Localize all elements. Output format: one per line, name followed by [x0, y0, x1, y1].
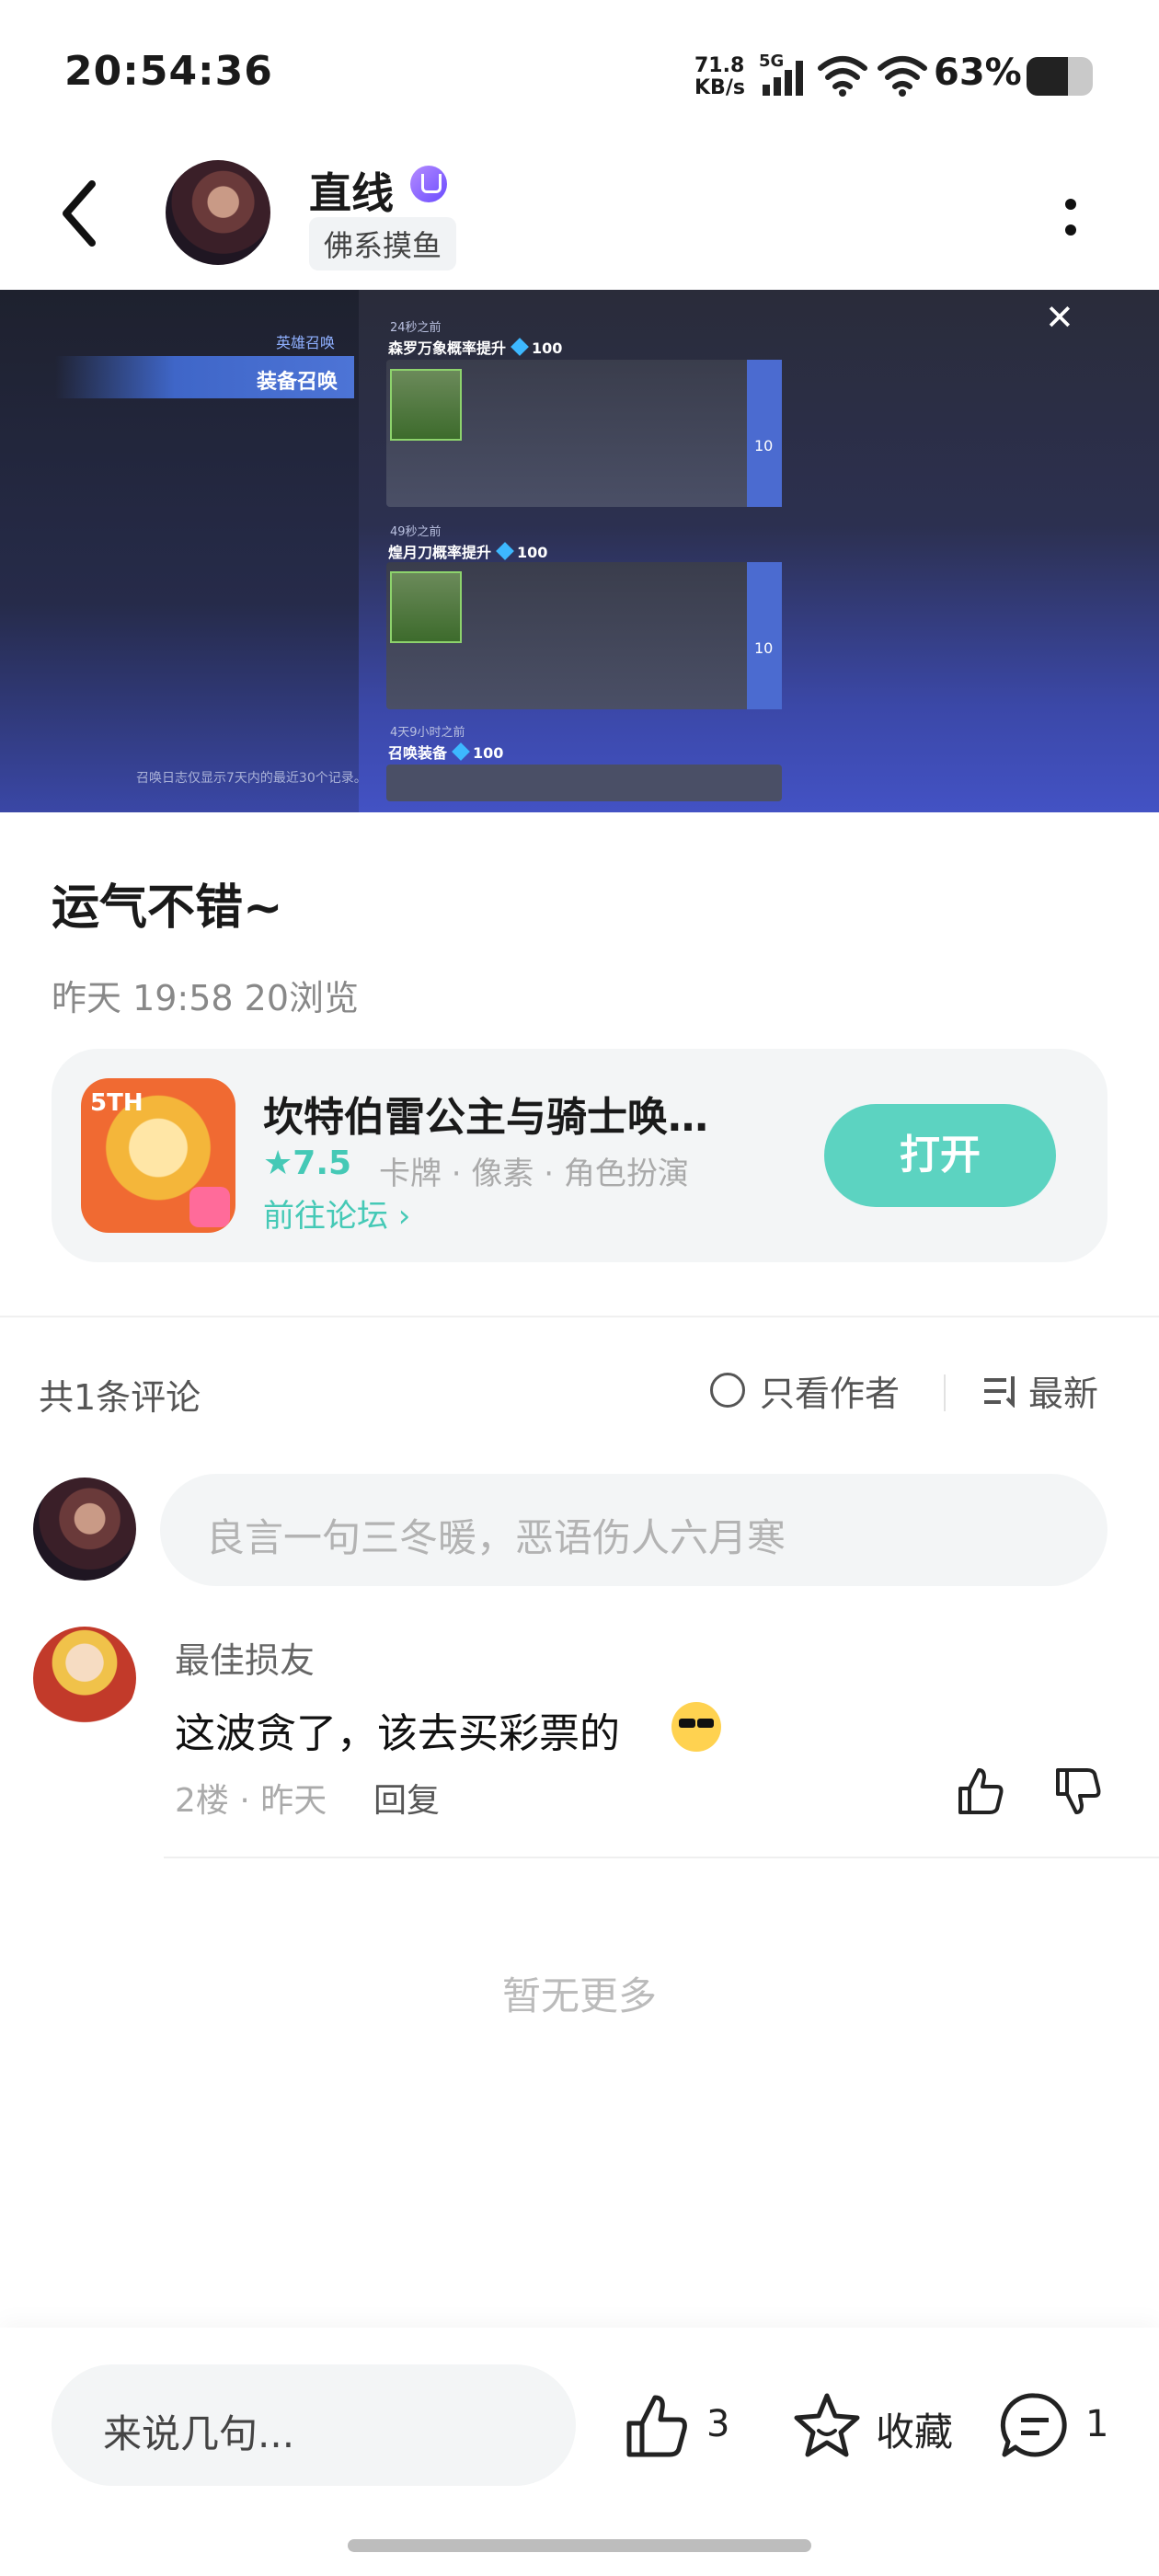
- game-name[interactable]: 坎特伯雷公主与骑士唤…: [263, 1084, 778, 1143]
- author-only-toggle[interactable]: 只看作者: [760, 1365, 900, 1416]
- battery-level-fill: [1027, 57, 1069, 96]
- game-rating: ★7.5: [263, 1144, 352, 1182]
- comment-input[interactable]: 良言一句三冬暖，恶语伤人六月寒: [160, 1474, 1107, 1586]
- cellular-signal-icon: 5G: [759, 53, 803, 96]
- commenter-name[interactable]: 最佳损友: [175, 1632, 315, 1683]
- battery-percent: 63%: [934, 52, 1022, 94]
- like-icon[interactable]: [622, 2392, 692, 2462]
- home-indicator[interactable]: [348, 2539, 811, 2552]
- game-tags: 卡牌 · 像素 · 角色扮演: [379, 1156, 689, 1192]
- battery-icon: [1027, 57, 1093, 96]
- wifi-secondary-icon: [878, 56, 927, 97]
- no-more-label: 暂无更多: [501, 1973, 657, 2018]
- close-icon[interactable]: ✕: [1045, 297, 1074, 338]
- game-icon-badge: 5TH: [90, 1089, 143, 1117]
- author-tag: 佛系摸鱼: [309, 217, 457, 270]
- bottom-input-placeholder: 来说几句...: [103, 2411, 295, 2456]
- record-title: 召唤装备 100: [388, 742, 504, 762]
- post-image[interactable]: 英雄召唤 装备召唤 召唤日志仅显示7天内的最近30个记录。 24秒之前 森罗万象…: [0, 290, 1159, 812]
- comment-dislike-icon[interactable]: [1050, 1765, 1104, 1818]
- sort-latest-button[interactable]: 最新: [1028, 1365, 1098, 1416]
- author-only-radio-icon[interactable]: [710, 1373, 745, 1408]
- bilibili-logo-icon: [189, 1187, 230, 1227]
- author-level-badge-icon: [410, 166, 447, 202]
- post-title: 运气不错~: [52, 880, 283, 936]
- comment-divider: [164, 1857, 1159, 1858]
- favorite-star-icon[interactable]: [791, 2390, 863, 2462]
- image-footnote: 召唤日志仅显示7天内的最近30个记录。: [136, 771, 367, 786]
- sunglasses-emoji-icon: [671, 1702, 721, 1752]
- back-arrow-icon[interactable]: [57, 177, 103, 250]
- bottom-comment-input[interactable]: 来说几句...: [52, 2364, 576, 2486]
- game-icon[interactable]: 5TH: [81, 1078, 235, 1233]
- author-avatar[interactable]: [166, 160, 270, 265]
- image-tab-equipment-summon: 装备召唤: [55, 356, 354, 398]
- record-side-panel: 10: [747, 360, 782, 507]
- record-item-icon: [390, 571, 462, 643]
- network-speed-unit: KB/s: [694, 76, 745, 99]
- open-game-button[interactable]: 打开: [824, 1104, 1056, 1207]
- image-tab-hero-summon: 英雄召唤: [276, 334, 336, 351]
- comment-meta: 2楼 · 昨天: [175, 1782, 327, 1820]
- divider: [944, 1374, 946, 1411]
- record-time: 24秒之前: [390, 321, 442, 335]
- comment-input-placeholder: 良言一句三冬暖，恶语伤人六月寒: [206, 1515, 786, 1560]
- network-type: 5G: [759, 53, 784, 71]
- record-box: [386, 765, 782, 801]
- comment-count: 1: [1085, 2403, 1109, 2445]
- status-time: 20:54:36: [64, 48, 273, 95]
- favorite-label[interactable]: 收藏: [876, 2401, 953, 2457]
- network-speed: 71.8 KB/s: [694, 54, 745, 99]
- section-divider: [0, 1316, 1159, 1317]
- wifi-icon: [818, 56, 867, 97]
- like-count: 3: [706, 2403, 730, 2445]
- network-speed-value: 71.8: [694, 54, 745, 77]
- comments-count: 共1条评论: [39, 1377, 201, 1418]
- record-item-icon: [390, 369, 462, 441]
- commenter-avatar[interactable]: [33, 1627, 136, 1730]
- my-avatar: [33, 1478, 136, 1581]
- go-to-forum-link[interactable]: 前往论坛 ›: [263, 1190, 410, 1236]
- comment-bubble-icon[interactable]: [999, 2390, 1071, 2462]
- comment-text: 这波贪了，该去买彩票的: [175, 1710, 620, 1757]
- record-time: 4天9小时之前: [390, 726, 465, 740]
- post-meta: 昨天 19:58 20浏览: [52, 978, 360, 1018]
- record-title: 煌月刀概率提升 100: [388, 542, 548, 561]
- record-title: 森罗万象概率提升 100: [388, 338, 563, 357]
- reply-button[interactable]: 回复: [373, 1774, 440, 1822]
- record-time: 49秒之前: [390, 525, 442, 539]
- sort-icon[interactable]: [982, 1374, 1019, 1408]
- author-name[interactable]: 直线: [309, 160, 394, 221]
- record-side-panel: 10: [747, 562, 782, 709]
- more-options-icon[interactable]: [1065, 197, 1078, 237]
- comment-like-icon[interactable]: [953, 1765, 1006, 1818]
